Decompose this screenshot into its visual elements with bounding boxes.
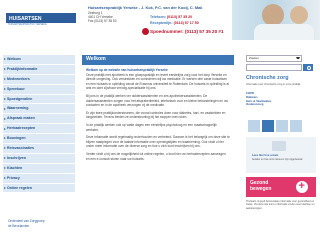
fax-line: Fax (0113) 57 38 53 <box>88 19 117 23</box>
header-photo <box>232 0 320 40</box>
health-cross-icon <box>296 180 308 193</box>
gezond-line: bewegen <box>250 186 272 192</box>
decorative-squares <box>246 117 316 135</box>
svg-text:HUISARTSEN: HUISARTSEN <box>9 16 42 22</box>
paragraph: Deze informatie wordt regelmatig onderho… <box>86 135 230 149</box>
nav-item-afspraak-maken[interactable]: Afspraak maken <box>3 114 75 125</box>
chronische-zorg-title: Chronische zorg <box>246 75 289 81</box>
nav-item-bouvingen[interactable]: Bouvingen <box>3 134 75 145</box>
document-icon <box>272 141 286 151</box>
content-body: Welkom op de website van huisartsenprakt… <box>86 68 230 164</box>
receptie-number[interactable]: (0113) 57 17 50 <box>174 21 199 25</box>
gezond-bewegen-banner[interactable]: Gezond bewegen <box>246 177 316 197</box>
search-button[interactable] <box>303 64 313 71</box>
receptie-label: Receptenlijn: <box>150 21 173 25</box>
nav-item-praktijkinformatie[interactable]: Praktijkinformatie <box>3 64 75 75</box>
zorggroep-link[interactable]: Onderdeel van Zorggroep de Bevelanden <box>8 219 72 229</box>
telefoon-number[interactable]: (0113) 57 35 20 <box>167 15 192 19</box>
paragraph: In de praktijk werken ook op vaste dagen… <box>86 122 217 132</box>
paragraph: Onze praktijk met apotheek is een groeps… <box>86 72 229 91</box>
nav-item-reisvaccinaties[interactable]: Reisvaccinaties <box>3 144 75 154</box>
paragraph: Er zijn twee praktijkondersteuners, die … <box>86 110 226 120</box>
phone-telefoon: Telefoon: (0113) 57 35 20 <box>150 15 192 19</box>
telefoon-label: Telefoon: <box>150 15 166 19</box>
nav-item-privacy[interactable]: Privacy <box>3 173 75 184</box>
nav-item-waarneming[interactable]: Waarneming <box>3 104 75 115</box>
fin-desc: betalen en hoe onze tarieven zijn opgebo… <box>252 158 304 161</box>
square-icon <box>262 120 274 132</box>
practice-logo[interactable]: HUISARTSEN HUISARTSENPRAKTIJK YERSEKE <box>6 7 76 31</box>
chevron-down-icon <box>296 57 300 61</box>
square-icon <box>248 120 260 132</box>
sidebar-nav: Welkom Praktijkinformatie Medewerkers Sp… <box>3 55 75 194</box>
person-icon <box>290 6 308 24</box>
nav-item-inschrijven[interactable]: Inschrijven <box>3 153 75 164</box>
nav-item-medewerkers[interactable]: Medewerkers <box>3 74 75 85</box>
nav-item-herhaalrecepten[interactable]: Herhaalrecepten <box>3 124 75 135</box>
nav-item-klachten[interactable]: Klachten <box>3 163 75 174</box>
practice-name: Huisartsenpraktijk Yerseke - J. Kok, P.C… <box>88 5 203 10</box>
paragraph: Bij ons in de praktijk werken ver dokter… <box>86 93 228 108</box>
main-content: Welkom Welkom op de website van huisarts… <box>82 55 234 240</box>
gezond-title: Gezond bewegen <box>250 180 271 192</box>
financial-info-box[interactable]: Lees hier hoe u kunt betalen en hoe onze… <box>246 137 316 173</box>
cz-link-ouderenzorg[interactable]: Ouderenzorg <box>246 103 316 107</box>
zorggroep-line: de Bevelanden <box>8 224 30 228</box>
chronische-zorg-desc: Informatie over chronische zorg in onze … <box>246 83 302 86</box>
nav-item-welkom[interactable]: Welkom <box>3 55 75 65</box>
clothing-shape <box>254 24 314 40</box>
square-icon <box>276 120 288 132</box>
spoed-text: Spoednummer: (0113) 57 35 20 #1 <box>150 29 224 34</box>
thuisarts-info: Thuisarts.nl geeft betrouwbare informati… <box>246 200 315 210</box>
page-title-bar: Welkom <box>82 55 234 65</box>
nav-item-spoedgevallen[interactable]: Spoedgevallen <box>3 94 75 105</box>
logo-mark-icon: HUISARTSEN <box>6 13 76 23</box>
language-select[interactable]: Zoeken <box>246 55 302 62</box>
nav-item-spreekuur[interactable]: Spreekuur <box>3 84 75 95</box>
paragraph: Verder vindt u bij ons de mogelijkheid t… <box>86 151 226 161</box>
nav-item-online-regelen[interactable]: Online regelen <box>3 183 75 194</box>
chronische-zorg-links: COPD Diabetes Hart- & Vaatziekten Oudere… <box>246 91 316 107</box>
phone-icon <box>142 28 149 35</box>
phone-receptie: Receptenlijn: (0113) 57 17 50 <box>150 21 199 25</box>
emergency-line[interactable]: Spoednummer: (0113) 57 35 20 #1 <box>142 28 224 35</box>
search-input[interactable] <box>246 64 302 71</box>
square-icon <box>290 120 302 132</box>
page-title: Welkom <box>86 56 106 62</box>
person-icon <box>262 4 284 26</box>
logo-tagline: HUISARTSENPRAKTIJK YERSEKE <box>8 23 47 26</box>
fin-link[interactable]: Lees hier hoe u kunt <box>252 154 278 157</box>
